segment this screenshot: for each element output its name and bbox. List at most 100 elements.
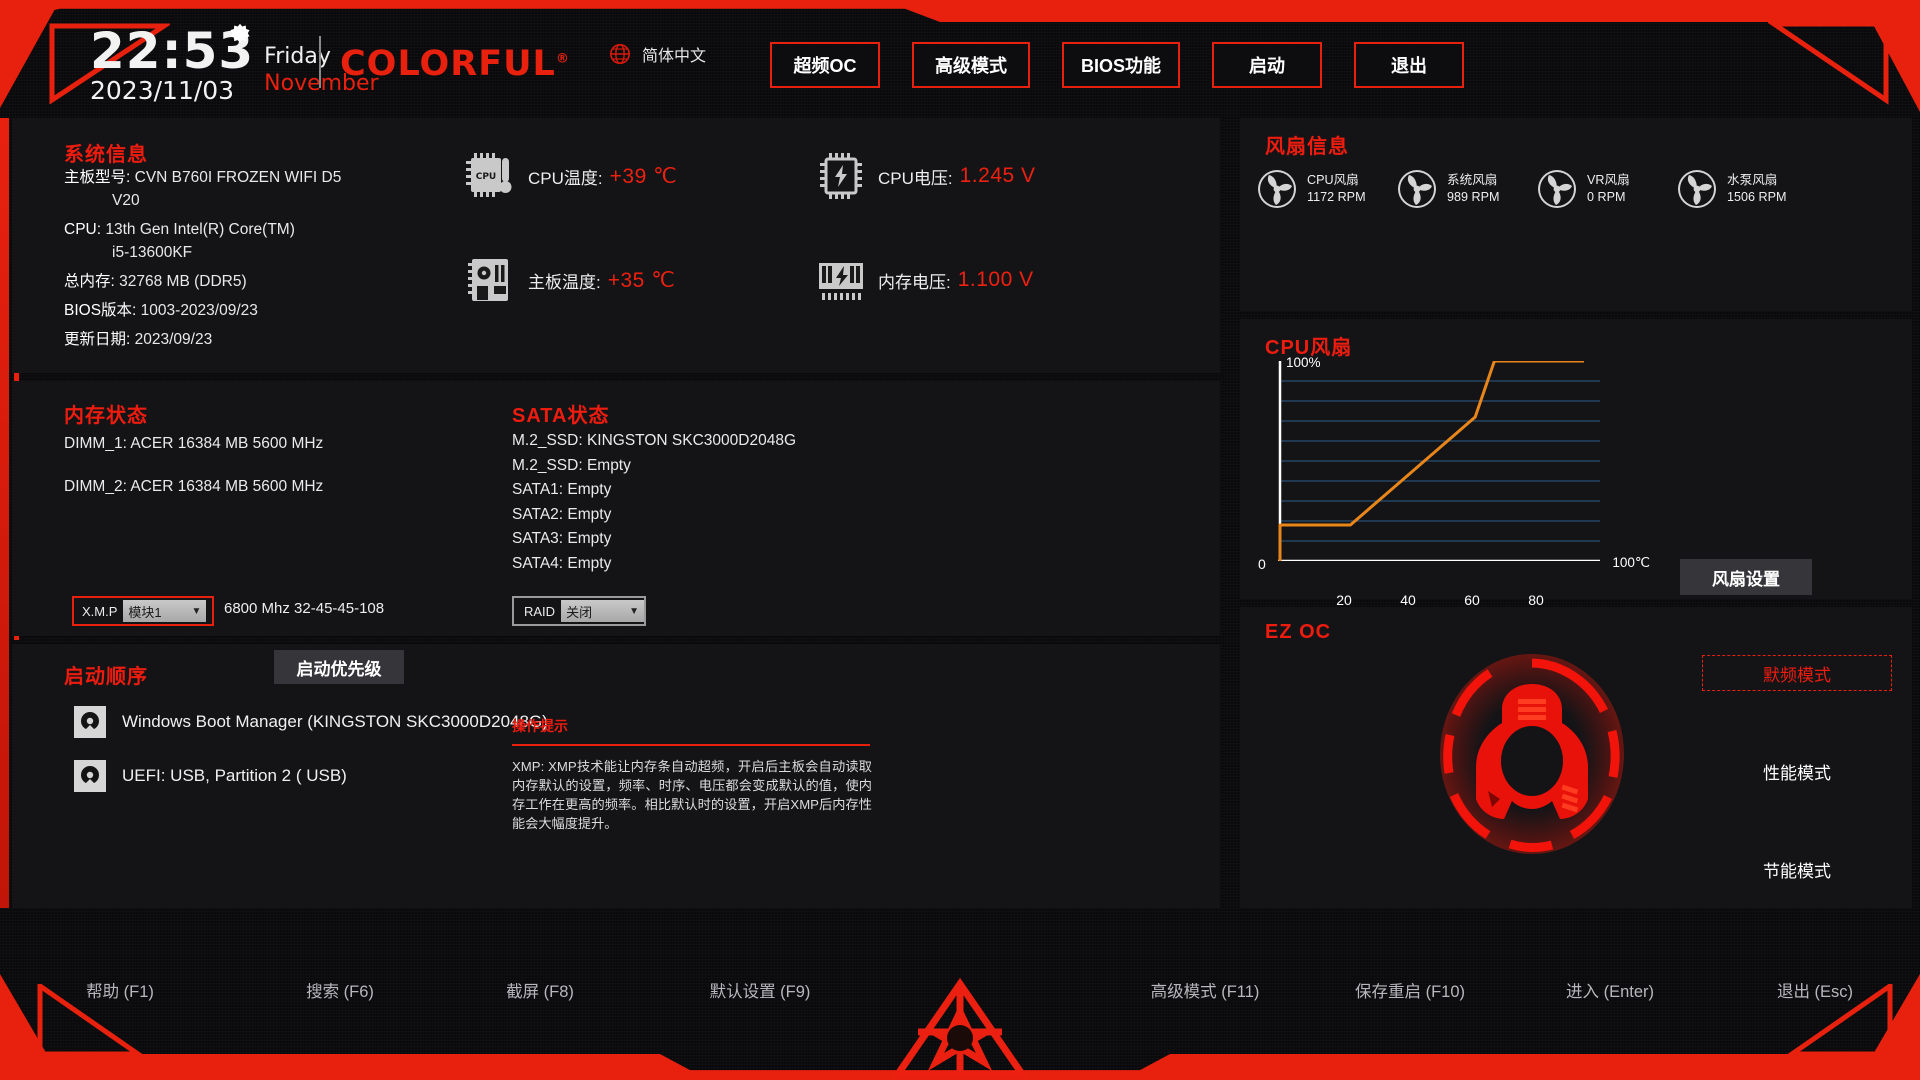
system-info-panel: 系统信息 主板型号: CVN B760I FROZEN WIFI D5 V20 … <box>12 118 1220 373</box>
footer-item-default-settings[interactable]: 默认设置 (F9) <box>640 978 880 1002</box>
xmp-control[interactable]: X.M.P 模块1 ▼ <box>72 596 214 626</box>
xmp-profile-value: 模块1 <box>128 604 162 620</box>
fan-rpm: 989 RPM <box>1447 190 1500 204</box>
chart-x-max-label: 100℃ <box>1612 555 1650 570</box>
chart-y-min-label: 0 <box>1258 556 1266 572</box>
clock-block: 22:53 2023/11/03 Friday November <box>90 23 379 105</box>
gear-icon[interactable] <box>227 22 253 48</box>
fan-name: CPU风扇 <box>1307 173 1359 187</box>
sata-device-row: SATA2: Empty <box>512 505 612 523</box>
system-info-row-cpu: CPU: 13th Gen Intel(R) Core(TM) i5-13600… <box>64 218 364 264</box>
dimm-2-row: DIMM_2: ACER 16384 MB 5600 MHz <box>64 478 324 495</box>
top-red-strip <box>0 0 1920 22</box>
fan-icon <box>1256 168 1298 210</box>
footer-item-exit[interactable]: 退出 (Esc) <box>1710 978 1920 1002</box>
motherboard-temperature-label: 主板温度: <box>528 272 601 292</box>
boot-list-item[interactable]: UEFI: USB, Partition 2 ( USB) <box>74 760 548 792</box>
ez-oc-mode-performance[interactable]: 性能模式 <box>1702 753 1892 789</box>
colorful-ez-oc-logo-icon <box>1440 654 1624 854</box>
footer-item-screenshot[interactable]: 截屏 (F8) <box>440 978 640 1002</box>
top-bar: 22:53 2023/11/03 Friday November COLORFU… <box>0 0 1920 118</box>
nav-button-bios-features[interactable]: BIOS功能 <box>1059 42 1180 99</box>
readout-motherboard-temperature: 主板温度: +35 ℃ <box>464 254 814 306</box>
disk-icon <box>74 760 106 792</box>
sata-device-row: M.2_SSD: KINGSTON SKC3000D2048G <box>512 432 797 449</box>
sata-status-title: SATA状态 <box>512 405 610 427</box>
readout-memory-voltage: 内存电压: 1.100 V <box>814 254 1164 306</box>
right-column: 风扇信息 CPU风扇 1172 RPM 系统风扇 989 RPM VR风扇 0 … <box>1232 118 1920 960</box>
system-info-row-memory: 总内存: 32768 MB (DDR5) <box>64 270 364 293</box>
nav-button-boot[interactable]: 启动 <box>1209 42 1323 99</box>
boot-order-title: 启动顺序 <box>64 666 148 688</box>
fan-settings-button[interactable]: 风扇设置 <box>1680 559 1812 595</box>
xmp-profile-select[interactable]: 模块1 ▼ <box>123 600 207 622</box>
cpu-fan-panel: CPU风扇 100% 0 100℃ 20 40 60 80 风扇设置 <box>1240 319 1912 608</box>
memory-value: 32768 MB (DDR5) <box>119 273 247 290</box>
raid-control[interactable]: RAID 关闭 ▼ <box>512 596 646 626</box>
left-column: 系统信息 主板型号: CVN B760I FROZEN WIFI D5 V20 … <box>0 118 1232 960</box>
nav-button-advanced-mode[interactable]: 高级模式 <box>909 42 1030 99</box>
memory-label: 总内存: <box>64 273 115 290</box>
fan-rpm: 1506 RPM <box>1727 190 1787 204</box>
ez-oc-mode-powersave[interactable]: 节能模式 <box>1702 851 1892 887</box>
colorful-triangle-logo-icon <box>891 977 1029 1078</box>
nav-button-overclock[interactable]: 超频OC <box>767 42 881 99</box>
fan-item-system: 系统风扇 989 RPM <box>1396 168 1536 210</box>
fan-info-panel: 风扇信息 CPU风扇 1172 RPM 系统风扇 989 RPM VR风扇 0 … <box>1240 118 1912 311</box>
left-accent-bar <box>0 118 9 908</box>
boot-order-list: Windows Boot Manager (KINGSTON SKC3000D2… <box>74 706 548 814</box>
fan-icon <box>1396 168 1438 210</box>
operation-tips-divider <box>512 744 870 746</box>
footer-item-advanced-mode[interactable]: 高级模式 (F11) <box>1100 978 1310 1002</box>
fan-list: CPU风扇 1172 RPM 系统风扇 989 RPM VR风扇 0 RPM 水… <box>1256 168 1816 210</box>
ez-oc-mode-default[interactable]: 默频模式 <box>1702 655 1892 691</box>
fan-name: 水泵风扇 <box>1727 173 1778 187</box>
operation-tips-title: 操作提示 <box>512 718 568 734</box>
raid-label: RAID <box>524 603 556 619</box>
fan-rpm: 1172 RPM <box>1307 190 1366 204</box>
corner-triangle-right-icon <box>1768 21 1889 105</box>
fan-item-meta: 水泵风扇 1506 RPM <box>1727 172 1787 206</box>
memory-voltage-label: 内存电压: <box>878 272 951 292</box>
nav-button-exit[interactable]: 退出 <box>1351 42 1465 99</box>
clock-datetime: 22:53 2023/11/03 <box>90 23 254 105</box>
update-date-value: 2023/09/23 <box>134 331 213 348</box>
memory-status-title: 内存状态 <box>64 405 148 427</box>
cpu-temperature-label: CPU温度: <box>528 168 603 188</box>
bios-version-value: 1003-2023/09/23 <box>140 302 258 319</box>
footer-item-enter[interactable]: 进入 (Enter) <box>1510 978 1710 1002</box>
language-selector[interactable]: 简体中文 <box>608 42 706 66</box>
cpu-value: 13th Gen Intel(R) Core(TM) <box>105 221 295 238</box>
memory-sata-panel: 内存状态 DIMM_1: ACER 16384 MB 5600 MHz DIMM… <box>12 381 1220 636</box>
footer-item-help[interactable]: 帮助 (F1) <box>0 978 240 1002</box>
footer-item-search[interactable]: 搜索 (F6) <box>240 978 440 1002</box>
footer-item-save-reboot[interactable]: 保存重启 (F10) <box>1310 978 1510 1002</box>
footer-bar: 帮助 (F1) 搜索 (F6) 截屏 (F8) 默认设置 (F9) 高级模式 (… <box>0 960 1920 1080</box>
fan-item-vr: VR风扇 0 RPM <box>1536 168 1676 210</box>
chevron-down-icon: ▼ <box>629 605 639 617</box>
memory-dimm-list: DIMM_1: ACER 16384 MB 5600 MHz DIMM_2: A… <box>64 433 323 519</box>
top-nav: 超频OC 高级模式 BIOS功能 启动 退出 <box>767 42 1465 99</box>
fan-info-title: 风扇信息 <box>1265 136 1349 158</box>
cpu-value-cont: i5-13600KF <box>112 244 193 261</box>
chart-x-tick-label: 20 <box>1336 592 1352 608</box>
fan-item-meta: CPU风扇 1172 RPM <box>1307 172 1366 206</box>
boot-priority-button[interactable]: 启动优先级 <box>274 650 404 684</box>
fan-item-cpu: CPU风扇 1172 RPM <box>1256 168 1396 210</box>
boot-list-item[interactable]: Windows Boot Manager (KINGSTON SKC3000D2… <box>74 706 548 738</box>
boot-item-label: UEFI: USB, Partition 2 ( USB) <box>122 766 347 785</box>
language-label: 简体中文 <box>642 48 707 65</box>
boot-panel: 启动顺序 启动优先级 Windows Boot Manager (KINGSTO… <box>12 644 1220 908</box>
fan-icon <box>1536 168 1578 210</box>
operation-tips: 操作提示 XMP: XMP技术能让内存条自动超频，开启后主板会自动读取内存默认的… <box>512 716 872 833</box>
sata-device-row: SATA4: Empty <box>512 554 612 572</box>
bios-ez-mode-screen: 22:53 2023/11/03 Friday November COLORFU… <box>0 0 1920 1080</box>
fan-rpm: 0 RPM <box>1587 190 1626 204</box>
chart-y-max-label: 100% <box>1286 355 1321 370</box>
sata-device-row: SATA3: Empty <box>512 530 612 547</box>
cpu-temperature-icon: CPU <box>464 150 518 202</box>
sata-device-list: M.2_SSD: KINGSTON SKC3000D2048G M.2_SSD:… <box>512 429 796 576</box>
raid-select[interactable]: 关闭 ▼ <box>561 600 644 622</box>
cpu-fan-curve-chart[interactable]: 100% 0 100℃ 20 40 60 80 <box>1258 355 1650 608</box>
cpu-voltage-label: CPU电压: <box>878 168 953 188</box>
